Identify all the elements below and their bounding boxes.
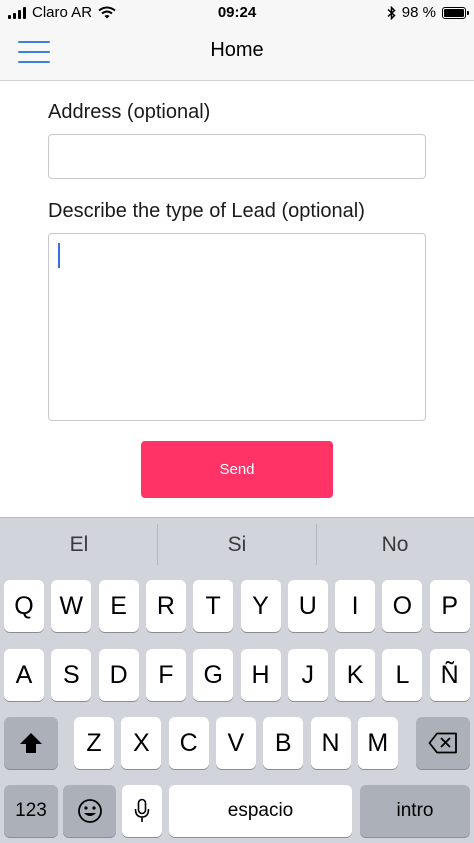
key-f[interactable]: F: [145, 649, 186, 701]
space-key[interactable]: espacio: [169, 785, 352, 837]
emoji-key[interactable]: [63, 785, 116, 837]
send-button[interactable]: Send: [141, 441, 333, 498]
key-a[interactable]: A: [4, 649, 44, 701]
backspace-icon: [428, 732, 457, 754]
battery-fill: [444, 8, 464, 17]
key-t[interactable]: T: [193, 580, 234, 632]
key-x[interactable]: X: [121, 717, 162, 769]
key-u[interactable]: U: [287, 580, 328, 632]
backspace-key[interactable]: [416, 717, 470, 769]
status-bar: Claro AR 09:24 98 %: [0, 0, 474, 26]
lead-description-textarea[interactable]: [48, 233, 426, 421]
key-h[interactable]: H: [240, 649, 281, 701]
address-input[interactable]: [48, 134, 426, 179]
key-j[interactable]: J: [287, 649, 328, 701]
key-z[interactable]: Z: [74, 717, 114, 769]
key-d[interactable]: D: [98, 649, 139, 701]
keyboard: El Si No QWERTYUIOP ASDFGHJKLÑ ZXCVBNM 123: [0, 517, 474, 843]
key-k[interactable]: K: [335, 649, 376, 701]
key-b[interactable]: B: [263, 717, 304, 769]
page-title: Home: [210, 39, 264, 61]
dictation-key[interactable]: [122, 785, 162, 837]
return-key[interactable]: intro: [360, 785, 470, 837]
key-ñ[interactable]: Ñ: [429, 649, 470, 701]
bluetooth-icon: [387, 5, 396, 20]
key-g[interactable]: G: [193, 649, 234, 701]
numbers-key[interactable]: 123: [4, 785, 58, 837]
lead-description-label: Describe the type of Lead (optional): [48, 200, 365, 222]
key-s[interactable]: S: [51, 649, 92, 701]
address-label: Address (optional): [48, 101, 211, 123]
shift-key[interactable]: [4, 717, 58, 769]
suggestion-1[interactable]: El: [0, 518, 158, 571]
emoji-icon: [77, 799, 102, 823]
key-l[interactable]: L: [382, 649, 423, 701]
key-v[interactable]: V: [215, 717, 256, 769]
battery-icon: [442, 6, 469, 19]
shift-icon: [20, 733, 42, 753]
key-i[interactable]: I: [335, 580, 376, 632]
key-w[interactable]: W: [51, 580, 92, 632]
key-y[interactable]: Y: [240, 580, 281, 632]
nav-bar: Home: [0, 26, 474, 81]
key-q[interactable]: Q: [4, 580, 44, 632]
key-n[interactable]: N: [310, 717, 351, 769]
suggestion-bar: El Si No: [0, 517, 474, 570]
key-r[interactable]: R: [145, 580, 186, 632]
battery-percent: 98 %: [401, 4, 436, 21]
status-right: 98 %: [387, 4, 469, 21]
suggestion-3[interactable]: No: [316, 518, 474, 571]
text-caret: [58, 243, 60, 268]
key-p[interactable]: P: [429, 580, 470, 632]
key-m[interactable]: M: [357, 717, 398, 769]
key-c[interactable]: C: [168, 717, 209, 769]
suggestion-2[interactable]: Si: [158, 518, 316, 571]
microphone-icon: [134, 798, 150, 822]
key-e[interactable]: E: [98, 580, 139, 632]
key-o[interactable]: O: [382, 580, 423, 632]
